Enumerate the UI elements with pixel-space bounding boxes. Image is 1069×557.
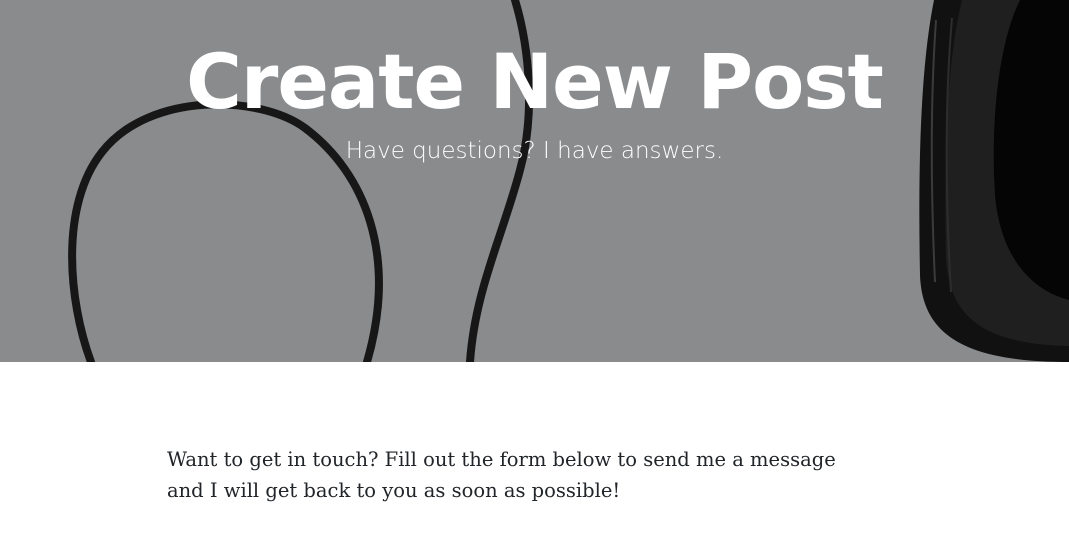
page-title: Create New Post xyxy=(186,37,884,126)
page-subtitle: Have questions? I have answers. xyxy=(345,138,724,164)
contact-content: Want to get in touch? Fill out the form … xyxy=(167,444,857,506)
intro-paragraph: Want to get in touch? Fill out the form … xyxy=(167,448,836,502)
page-header-hero: Create New Post Have questions? I have a… xyxy=(0,0,1069,362)
